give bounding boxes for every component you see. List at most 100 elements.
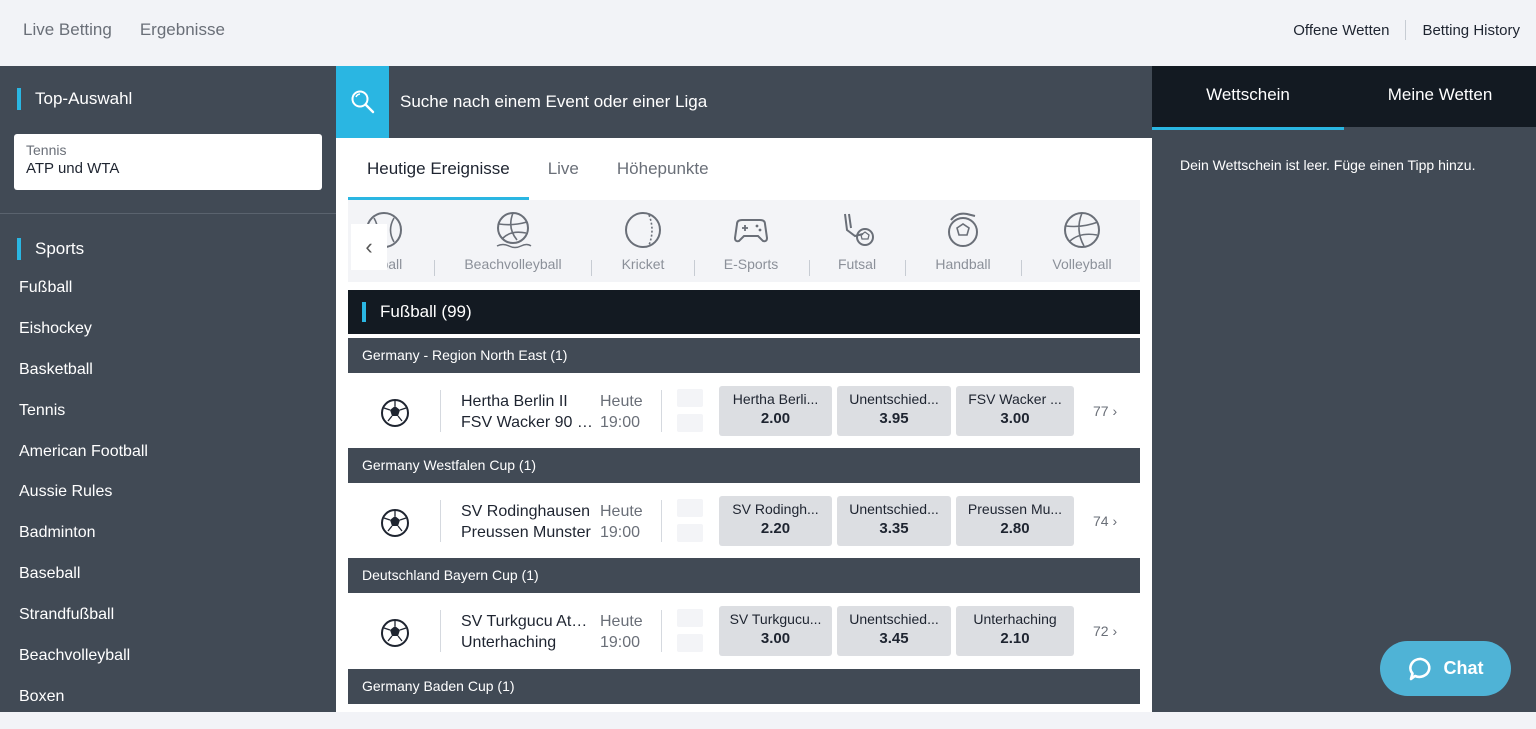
sport-section-header[interactable]: Fußball (99) <box>348 290 1140 334</box>
stats-placeholder <box>677 389 703 407</box>
sidebar-item-boxen[interactable]: Boxen <box>19 688 148 729</box>
strip-divider <box>591 260 592 276</box>
stats-placeholder <box>677 634 703 652</box>
sidebar-item-beachvolleyball[interactable]: Beachvolleyball <box>19 647 148 688</box>
league-header[interactable]: Germany Westfalen Cup (1) <box>348 448 1140 483</box>
event-row[interactable]: Hertha Berlin II FSV Wacker 90 N... Heut… <box>348 376 1140 450</box>
league-header[interactable]: Germany - Region North East (1) <box>348 338 1140 373</box>
nav-ergebnisse[interactable]: Ergebnisse <box>140 20 225 40</box>
carousel-prev-arrow[interactable]: ‹ <box>351 224 387 270</box>
sport-tile-kricket[interactable]: Kricket <box>613 210 673 272</box>
accent-bar <box>17 88 21 110</box>
sport-tile-beachvolleyball[interactable]: Beachvolleyball <box>458 210 568 272</box>
sport-tile-volleyball[interactable]: Volleyball <box>1045 210 1119 272</box>
event-teams: Hertha Berlin II FSV Wacker 90 N... <box>461 391 593 433</box>
odds-label: Hertha Berli... <box>732 391 819 407</box>
accent-bar <box>17 238 21 260</box>
stats-placeholder <box>677 524 703 542</box>
event-tabs: Heutige Ereignisse Live Höhepunkte <box>348 138 728 200</box>
sidebar-item-basketball[interactable]: Basketball <box>19 361 148 402</box>
odds-button-draw[interactable]: Unentschied... 3.35 <box>837 496 951 546</box>
search-input[interactable] <box>400 86 1120 118</box>
sports-label: Sports <box>35 239 85 258</box>
sport-tile-handball[interactable]: Handball <box>928 210 998 272</box>
nav-betting-history[interactable]: Betting History <box>1422 22 1520 39</box>
sport-section-title: Fußball (99) <box>380 302 472 321</box>
sport-carousel: seball ‹ Beachvolleyball Kricket E-Sport… <box>348 200 1140 282</box>
strip-divider <box>1021 260 1022 276</box>
away-team: FSV Wacker 90 N... <box>461 414 593 431</box>
sports-list: Fußball Eishockey Basketball Tennis Amer… <box>19 279 148 729</box>
tab-wettschein[interactable]: Wettschein <box>1152 66 1344 130</box>
event-row[interactable]: SV Rodinghausen Preussen Munster Heute 1… <box>348 486 1140 560</box>
stats-placeholder <box>677 499 703 517</box>
odds-button-away[interactable]: Unterhaching 2.10 <box>956 606 1074 656</box>
sidebar-item-aussie-rules[interactable]: Aussie Rules <box>19 483 148 524</box>
nav-offene-wetten[interactable]: Offene Wetten <box>1293 22 1389 39</box>
more-markets-link[interactable]: 72 › <box>1093 623 1117 639</box>
sidebar: Top-Auswahl Tennis ATP und WTA Sports Fu… <box>0 66 336 712</box>
odds-label: Unentschied... <box>849 391 939 407</box>
tab-heutige-ereignisse[interactable]: Heutige Ereignisse <box>348 138 529 200</box>
football-icon <box>381 619 409 647</box>
betslip-empty-message: Dein Wettschein ist leer. Füge einen Tip… <box>1180 157 1476 173</box>
sidebar-item-badminton[interactable]: Badminton <box>19 524 148 565</box>
football-icon <box>381 399 409 427</box>
event-day: Heute <box>600 503 643 520</box>
more-markets-link[interactable]: 77 › <box>1093 403 1117 419</box>
odds-button-draw[interactable]: Unentschied... 3.45 <box>837 606 951 656</box>
chevron-right-icon: › <box>1112 513 1118 529</box>
odds-value: 3.00 <box>760 630 791 647</box>
league-header[interactable]: Germany Baden Cup (1) <box>348 669 1140 704</box>
row-divider <box>661 390 662 432</box>
odds-button-home[interactable]: SV Rodingh... 2.20 <box>719 496 832 546</box>
sidebar-item-american-football[interactable]: American Football <box>19 443 148 484</box>
top-navigation: Live Betting Ergebnisse Offene Wetten Be… <box>0 0 1536 66</box>
event-teams: SV Turkgucu Atas... Unterhaching <box>461 611 593 653</box>
home-team: Hertha Berlin II <box>461 393 568 410</box>
event-time: Heute 19:00 <box>600 611 643 653</box>
sidebar-item-fussball[interactable]: Fußball <box>19 279 148 320</box>
row-divider <box>440 610 441 652</box>
sidebar-item-baseball[interactable]: Baseball <box>19 565 148 606</box>
sports-title: Sports <box>17 238 84 260</box>
top-selection-card[interactable]: Tennis ATP und WTA <box>14 134 322 190</box>
event-time: Heute 19:00 <box>600 501 643 543</box>
sport-tile-esports[interactable]: E-Sports <box>716 210 786 272</box>
league-header[interactable]: Deutschland Bayern Cup (1) <box>348 558 1140 593</box>
sidebar-item-strandfussball[interactable]: Strandfußball <box>19 606 148 647</box>
odds-button-home[interactable]: Hertha Berli... 2.00 <box>719 386 832 436</box>
sidebar-item-eishockey[interactable]: Eishockey <box>19 320 148 361</box>
odds-label: SV Turkgucu... <box>729 611 822 627</box>
cricket-icon <box>625 212 661 248</box>
stats-placeholder <box>677 414 703 432</box>
chevron-right-icon: › <box>1112 623 1118 639</box>
odds-label: SV Rodingh... <box>732 501 819 517</box>
chat-button[interactable]: Chat <box>1380 641 1511 696</box>
row-divider <box>440 390 441 432</box>
betslip-panel: Wettschein Meine Wetten Dein Wettschein … <box>1152 66 1536 712</box>
odds-button-draw[interactable]: Unentschied... 3.95 <box>837 386 951 436</box>
stats-placeholder <box>677 609 703 627</box>
nav-live-betting[interactable]: Live Betting <box>23 20 112 40</box>
sport-tile-label: Beachvolleyball <box>464 256 562 272</box>
sport-tile-label: Futsal <box>837 256 877 272</box>
odds-button-home[interactable]: SV Turkgucu... 3.00 <box>719 606 832 656</box>
tab-meine-wetten[interactable]: Meine Wetten <box>1344 66 1536 127</box>
top-card-league: ATP und WTA <box>26 160 120 177</box>
accent-bar <box>362 302 366 322</box>
more-markets-link[interactable]: 74 › <box>1093 513 1117 529</box>
search-icon[interactable] <box>336 66 389 138</box>
odds-label: Unentschied... <box>849 611 939 627</box>
sidebar-item-tennis[interactable]: Tennis <box>19 402 148 443</box>
odds-button-away[interactable]: Preussen Mu... 2.80 <box>956 496 1074 546</box>
event-row[interactable]: SV Turkgucu Atas... Unterhaching Heute 1… <box>348 596 1140 670</box>
more-markets-count: 72 <box>1093 623 1109 639</box>
tab-live[interactable]: Live <box>529 138 598 200</box>
odds-label: Unterhaching <box>973 611 1057 627</box>
chat-label: Chat <box>1443 658 1484 678</box>
sport-tile-futsal[interactable]: Futsal <box>832 210 882 272</box>
odds-button-away[interactable]: FSV Wacker ... 3.00 <box>956 386 1074 436</box>
tab-hoehepunkte[interactable]: Höhepunkte <box>598 138 728 200</box>
futsal-icon <box>844 213 874 246</box>
